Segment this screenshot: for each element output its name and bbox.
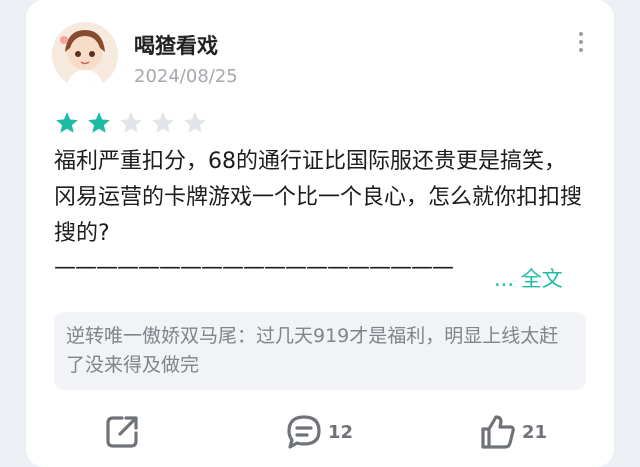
username[interactable]: 喝猹看戏 xyxy=(134,30,218,60)
more-options-icon[interactable] xyxy=(576,30,586,54)
comment-count: 12 xyxy=(328,421,354,443)
like-button[interactable]: 21 xyxy=(478,412,547,452)
action-bar: 12 21 xyxy=(26,404,614,460)
thumbs-up-icon xyxy=(481,415,515,449)
star-rating xyxy=(54,110,208,136)
star-filled-icon xyxy=(56,112,78,133)
star-empty-icon xyxy=(120,112,142,133)
share-icon xyxy=(106,416,138,448)
reply-text: 逆转唯一傲娇双马尾：过几天919才是福利，明显上线太赶了没来得及做完 xyxy=(66,325,559,376)
avatar[interactable] xyxy=(52,22,118,88)
review-card: 喝猹看戏 2024/08/25 福利严重扣分，68的通行证比国际服还贵更是搞笑，… xyxy=(26,0,614,467)
comment-button[interactable]: 12 xyxy=(284,412,353,452)
reply-box[interactable]: 逆转唯一傲娇双马尾：过几天919才是福利，明显上线太赶了没来得及做完 xyxy=(54,312,586,390)
star-empty-icon xyxy=(152,112,174,133)
star-empty-icon xyxy=(184,112,206,133)
star-filled-icon xyxy=(88,112,110,133)
share-button[interactable] xyxy=(102,412,142,452)
comment-icon xyxy=(287,415,321,449)
content-divider: ——————————————————— xyxy=(54,255,454,280)
review-date: 2024/08/25 xyxy=(134,66,238,87)
full-text-link[interactable]: ... 全文 xyxy=(494,263,563,293)
like-count: 21 xyxy=(522,421,548,443)
review-content: 福利严重扣分，68的通行证比国际服还贵更是搞笑，冈易运营的卡牌游戏一个比一个良心… xyxy=(54,149,583,246)
